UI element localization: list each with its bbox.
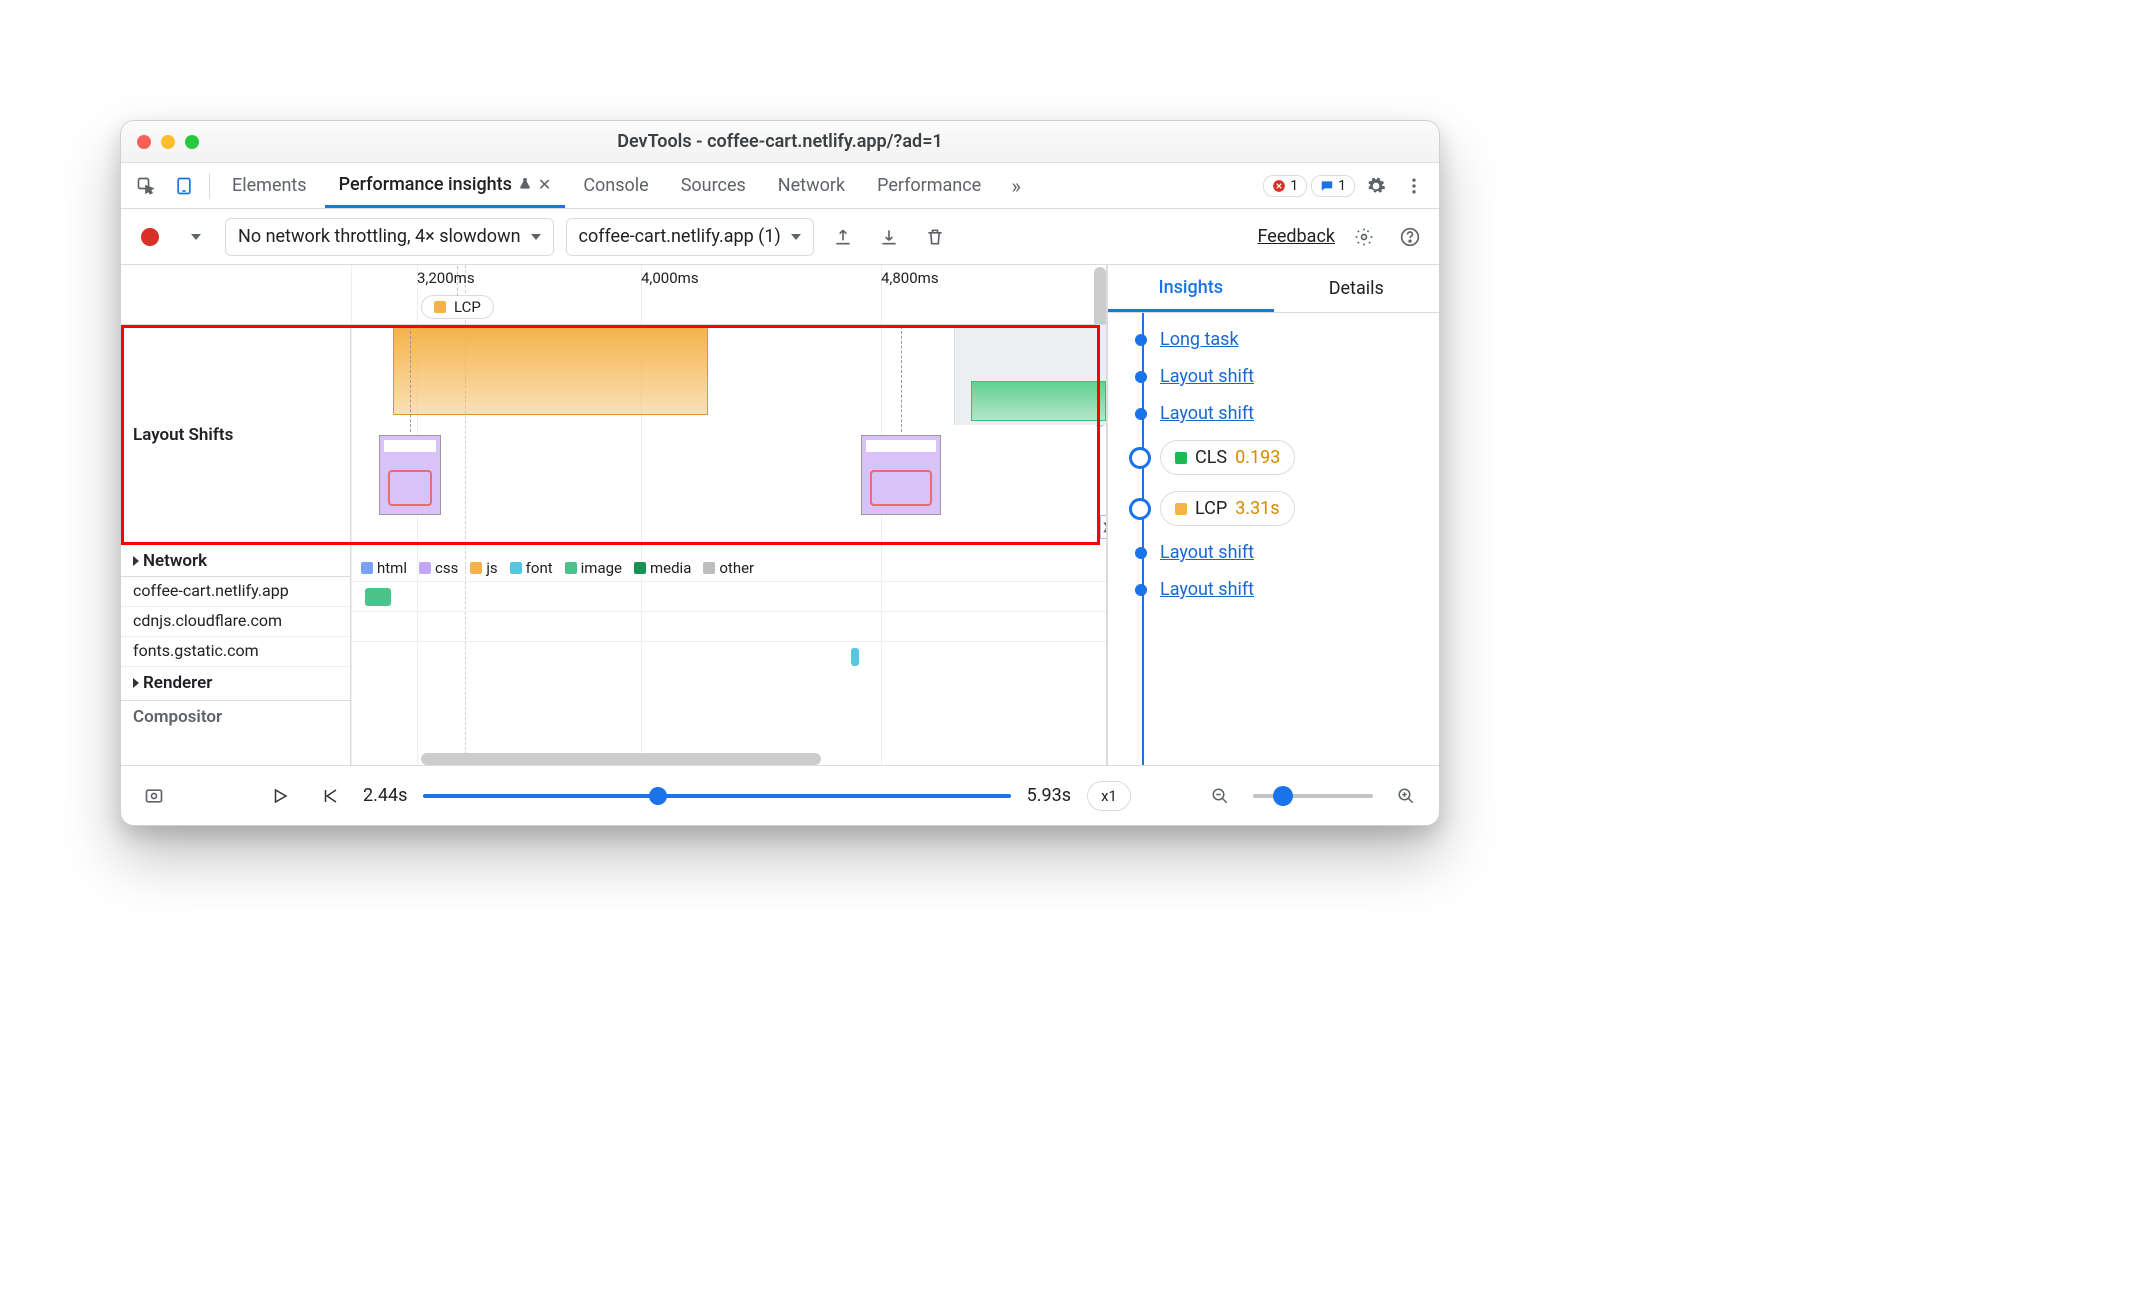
record-dropdown[interactable] [179, 220, 213, 254]
tab-sources[interactable]: Sources [667, 163, 760, 208]
insight-item-cls[interactable]: CLS 0.193 [1136, 432, 1439, 483]
network-host[interactable]: fonts.gstatic.com [121, 637, 350, 667]
more-tabs-icon[interactable]: » [999, 169, 1033, 203]
insight-item-layout-shift[interactable]: Layout shift [1136, 358, 1439, 395]
record-button[interactable] [133, 220, 167, 254]
insight-link[interactable]: Layout shift [1160, 542, 1254, 563]
lane-label-renderer[interactable]: Renderer [121, 667, 350, 701]
messages-badge[interactable]: 1 [1311, 175, 1355, 197]
zoom-out-icon[interactable] [1203, 779, 1237, 813]
cls-chip[interactable]: CLS 0.193 [1160, 440, 1295, 475]
device-toolbar-icon[interactable] [167, 169, 201, 203]
lane-labels-column: Layout Shifts Network coffee-cart.netlif… [121, 325, 351, 765]
sidebar-tab-insights[interactable]: Insights [1108, 265, 1274, 312]
panel-settings-icon[interactable] [1347, 220, 1381, 254]
range-start: 2.44s [363, 785, 407, 806]
time-ruler: 3,200ms 4,000ms 4,800ms LCP [121, 265, 1106, 325]
errors-badge[interactable]: 1 [1263, 175, 1307, 197]
rewind-button[interactable] [313, 779, 347, 813]
time-range-slider[interactable] [423, 794, 1010, 798]
tab-elements[interactable]: Elements [218, 163, 321, 208]
tab-network[interactable]: Network [764, 163, 859, 208]
panel-expander-icon[interactable]: ❯ [1100, 515, 1107, 539]
chevron-down-icon [791, 234, 801, 240]
range-thumb[interactable] [649, 787, 667, 805]
lcp-color-swatch [434, 301, 446, 313]
chevron-down-icon [531, 234, 541, 240]
playback-footer: 2.44s 5.93s x1 [121, 765, 1439, 825]
insight-item-layout-shift[interactable]: Layout shift [1136, 571, 1439, 608]
beaker-icon [518, 177, 532, 191]
insight-link[interactable]: Long task [1160, 329, 1239, 350]
insights-list[interactable]: Long task Layout shift Layout shift CLS … [1108, 313, 1439, 765]
help-icon[interactable] [1393, 220, 1427, 254]
titlebar: DevTools - coffee-cart.netlify.app/?ad=1 [121, 121, 1439, 163]
insight-link[interactable]: Layout shift [1160, 403, 1254, 424]
zoom-thumb[interactable] [1273, 786, 1293, 806]
inspect-element-icon[interactable] [129, 169, 163, 203]
lcp-chip[interactable]: LCP 3.31s [1160, 491, 1295, 526]
settings-icon[interactable] [1359, 169, 1393, 203]
frame-thumbnail[interactable] [379, 435, 441, 515]
frame-thumbnail[interactable] [861, 435, 941, 515]
sidebar-tabs: Insights Details [1108, 265, 1439, 313]
layout-shifts-lane[interactable] [351, 325, 1106, 545]
devtools-window: DevTools - coffee-cart.netlify.app/?ad=1… [120, 120, 1440, 826]
window-title: DevTools - coffee-cart.netlify.app/?ad=1 [121, 131, 1439, 152]
network-host[interactable]: cdnjs.cloudflare.com [121, 607, 350, 637]
insights-toolbar: No network throttling, 4× slowdown coffe… [121, 209, 1439, 265]
playback-speed-button[interactable]: x1 [1087, 781, 1131, 811]
tab-console[interactable]: Console [569, 163, 662, 208]
lcp-chip-label: LCP [454, 298, 481, 316]
timeline-panel[interactable]: 3,200ms 4,000ms 4,800ms LCP Layout Shift… [121, 265, 1107, 765]
range-end: 5.93s [1027, 785, 1071, 806]
network-request-bar[interactable] [851, 648, 859, 666]
ruler-tick: 4,000ms [641, 269, 699, 287]
insights-sidebar: Insights Details Long task Layout shift … [1107, 265, 1439, 765]
devtools-tabstrip: Elements Performance insights ✕ Console … [121, 163, 1439, 209]
network-legend: html css js font image media other [351, 555, 1106, 581]
throttling-select[interactable]: No network throttling, 4× slowdown [225, 218, 554, 256]
insight-item-layout-shift[interactable]: Layout shift [1136, 534, 1439, 571]
ruler-tick: 4,800ms [881, 269, 939, 287]
network-host[interactable]: coffee-cart.netlify.app [121, 577, 350, 607]
close-tab-icon[interactable]: ✕ [538, 175, 551, 194]
network-request-bar[interactable] [365, 588, 391, 606]
lane-label-network[interactable]: Network [121, 545, 350, 577]
network-lane: html css js font image media other [351, 555, 1106, 671]
tab-performance[interactable]: Performance [863, 163, 995, 208]
sidebar-tab-details[interactable]: Details [1274, 265, 1440, 312]
import-icon[interactable] [872, 220, 906, 254]
zoom-slider[interactable] [1253, 794, 1373, 798]
kebab-menu-icon[interactable] [1397, 169, 1431, 203]
tab-performance-insights[interactable]: Performance insights ✕ [325, 163, 566, 208]
play-button[interactable] [263, 779, 297, 813]
recording-select[interactable]: coffee-cart.netlify.app (1) [566, 218, 814, 256]
insight-link[interactable]: Layout shift [1160, 579, 1254, 600]
lane-label-layout-shifts: Layout Shifts [121, 325, 350, 545]
insight-item-layout-shift[interactable]: Layout shift [1136, 395, 1439, 432]
network-row[interactable] [351, 611, 1106, 641]
export-icon[interactable] [826, 220, 860, 254]
network-row[interactable] [351, 581, 1106, 611]
feedback-link[interactable]: Feedback [1258, 226, 1335, 247]
preview-toggle-icon[interactable] [137, 779, 171, 813]
insight-link[interactable]: Layout shift [1160, 366, 1254, 387]
zoom-in-icon[interactable] [1389, 779, 1423, 813]
ruler-tick: 3,200ms [417, 269, 475, 287]
layout-shift-block[interactable] [393, 325, 708, 415]
network-row[interactable] [351, 641, 1106, 671]
layout-shift-block[interactable] [971, 381, 1106, 421]
delete-icon[interactable] [918, 220, 952, 254]
content-area: 3,200ms 4,000ms 4,800ms LCP Layout Shift… [121, 265, 1439, 765]
insight-item-long-task[interactable]: Long task [1136, 321, 1439, 358]
insight-item-lcp[interactable]: LCP 3.31s [1136, 483, 1439, 534]
lcp-marker-chip[interactable]: LCP [421, 295, 494, 319]
horizontal-scrollbar[interactable] [421, 753, 821, 765]
lane-label-compositor[interactable]: Compositor [121, 701, 350, 727]
